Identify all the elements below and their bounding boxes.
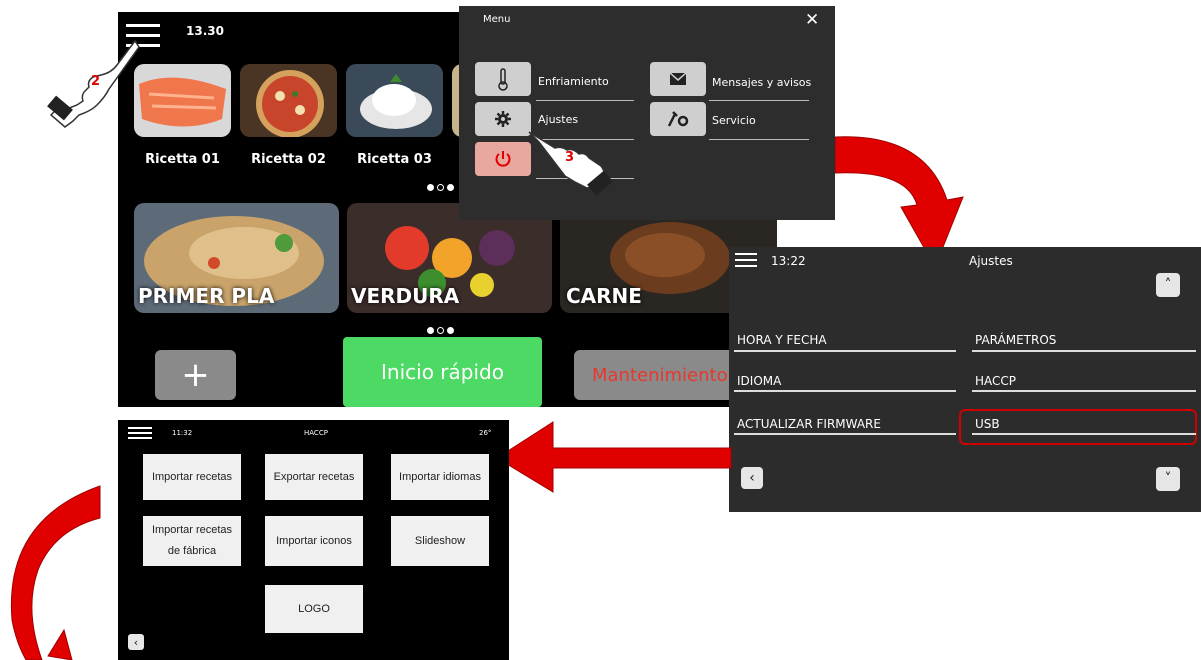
haccp-screen: 11:32 HACCP 26° Importar recetas Exporta… xyxy=(118,420,509,660)
envelope-icon xyxy=(670,73,686,85)
recipe-thumb-1[interactable] xyxy=(134,64,231,137)
clock: 11:32 xyxy=(172,429,193,437)
menu-item-enfriamiento[interactable]: Enfriamiento xyxy=(538,75,609,88)
curved-arrow-icon xyxy=(10,485,101,660)
page-title: Ajustes xyxy=(969,254,1013,268)
add-button[interactable]: + xyxy=(155,350,236,400)
importar-idiomas-button[interactable]: Importar idiomas xyxy=(391,454,489,500)
power-icon xyxy=(495,151,511,167)
divider xyxy=(972,390,1196,392)
step-label-3: 3 xyxy=(565,150,575,165)
left-arrow-icon xyxy=(496,421,732,493)
recipe-thumb-3[interactable] xyxy=(346,64,443,137)
gear-icon xyxy=(495,111,511,127)
menu-panel: Menu ✕ Enfriamiento Mensajes y avisos Aj… xyxy=(459,6,835,220)
hand-pointer-step3 xyxy=(527,118,627,202)
servicio-button[interactable] xyxy=(650,102,706,136)
scroll-up-button[interactable]: ˄ xyxy=(1156,273,1180,297)
page-dots-categories xyxy=(427,319,457,338)
ajustes-screen: 13:22 Ajustes ˄ HORA Y FECHA PARÁMETROS … xyxy=(729,247,1201,512)
importar-recetas-button[interactable]: Importar recetas xyxy=(143,454,241,500)
logo-button[interactable]: LOGO xyxy=(265,585,363,633)
exportar-recetas-button[interactable]: Exportar recetas xyxy=(265,454,363,500)
divider xyxy=(734,433,956,435)
scroll-down-button[interactable]: ˅ xyxy=(1156,467,1180,491)
ajustes-item-hora-fecha[interactable]: HORA Y FECHA xyxy=(737,333,827,347)
recipe-thumb-2[interactable] xyxy=(240,64,337,137)
divider xyxy=(536,100,634,101)
quick-start-button[interactable]: Inicio rápido xyxy=(343,337,542,407)
divider xyxy=(972,433,1196,435)
menu-item-servicio[interactable]: Servicio xyxy=(712,114,756,127)
thermometer-icon xyxy=(498,68,508,91)
category-label-verdura: VERDURA xyxy=(351,284,460,308)
ajustes-button[interactable] xyxy=(475,102,531,136)
divider xyxy=(972,350,1196,352)
wrench-gear-icon xyxy=(667,111,689,127)
divider xyxy=(709,139,809,140)
salmon-image xyxy=(134,64,231,137)
hamburger-menu-icon[interactable] xyxy=(128,427,152,439)
temperature: 26° xyxy=(479,429,492,437)
clock: 13:22 xyxy=(771,254,806,268)
hamburger-menu-icon[interactable] xyxy=(735,253,757,267)
recipe-label-3: Ricetta 03 xyxy=(357,152,432,167)
pizza-image xyxy=(240,64,337,137)
ajustes-item-usb[interactable]: USB xyxy=(975,417,1000,431)
category-label-carne: CARNE xyxy=(566,284,642,308)
recipe-label-1: Ricetta 01 xyxy=(145,152,220,167)
power-button[interactable] xyxy=(475,142,531,176)
step-label-2: 2 xyxy=(91,74,101,89)
menu-item-mensajes[interactable]: Mensajes y avisos xyxy=(712,76,811,89)
ajustes-item-haccp[interactable]: HACCP xyxy=(975,374,1016,388)
ajustes-item-idioma[interactable]: IDIOMA xyxy=(737,374,781,388)
divider xyxy=(734,390,956,392)
back-button[interactable]: ‹ xyxy=(741,467,763,489)
menu-title: Menu xyxy=(483,14,511,25)
slideshow-button[interactable]: Slideshow xyxy=(391,516,489,566)
enfriamiento-button[interactable] xyxy=(475,62,531,96)
close-icon[interactable]: ✕ xyxy=(805,10,819,30)
importar-recetas-fabrica-button[interactable]: Importar recetas de fábrica xyxy=(143,516,241,566)
back-button[interactable]: ‹ xyxy=(128,634,144,650)
ajustes-item-actualizar-firmware[interactable]: ACTUALIZAR FIRMWARE xyxy=(737,417,881,431)
ajustes-item-parametros[interactable]: PARÁMETROS xyxy=(975,333,1056,347)
divider xyxy=(734,350,956,352)
category-label-primer-plato: PRIMER PLA xyxy=(138,284,275,308)
recipe-label-2: Ricetta 02 xyxy=(251,152,326,167)
hand-pointer-icon xyxy=(528,131,613,196)
rice-image xyxy=(346,64,443,137)
page-dots-recipes xyxy=(427,176,457,195)
mensajes-button[interactable] xyxy=(650,62,706,96)
clock: 13.30 xyxy=(186,24,224,38)
importar-iconos-button[interactable]: Importar iconos xyxy=(265,516,363,566)
page-title: HACCP xyxy=(304,429,328,437)
divider xyxy=(709,100,809,101)
